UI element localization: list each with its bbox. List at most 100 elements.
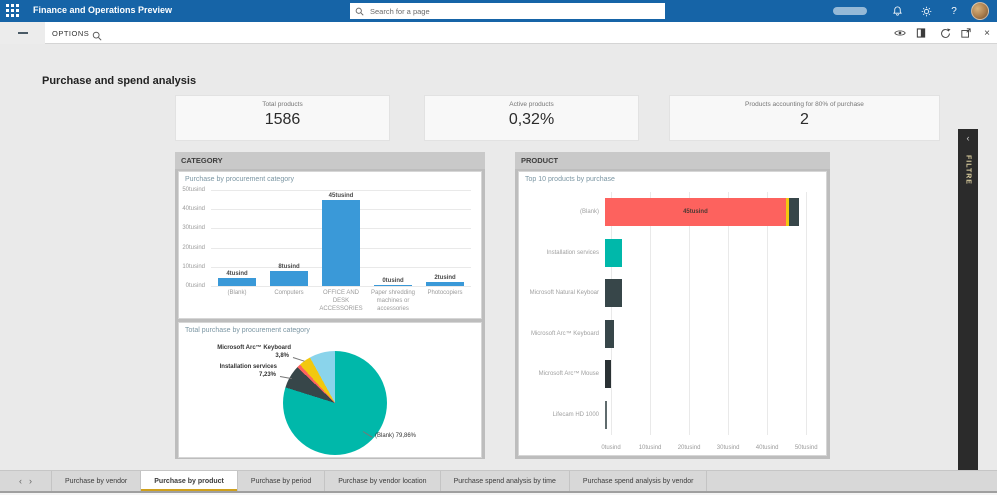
- product-category-label: Microsoft Natural Keyboar: [529, 290, 599, 297]
- filter-pane-label: FILTRE: [964, 155, 972, 185]
- bar-track: [605, 238, 814, 267]
- product-bar-body: (Blank) 45tusind Installation services Micr…: [525, 192, 818, 451]
- pie-chart[interactable]: [283, 351, 387, 455]
- product-category-label: (Blank): [579, 209, 599, 216]
- product-bar-xaxis: 0tusind 10tusind 20tusind 30tusind 40tusind 5…: [601, 439, 817, 451]
- filter-pane-collapsed[interactable]: ‹ FILTRE: [958, 129, 978, 495]
- y-axis-tick: 30tusind: [182, 225, 205, 232]
- category-bar-bars: 4tusind 8tusind 45tusind 0tusind 2tusind: [211, 190, 471, 286]
- x-axis-tick: 30tusind: [716, 445, 740, 451]
- bar-track: [605, 360, 814, 389]
- product-bar-row: Microsoft Natural Keyboar: [525, 273, 814, 314]
- y-axis-tick: 10tusind: [182, 263, 205, 270]
- y-axis-tick: 0tusind: [185, 283, 205, 289]
- pie-callout-arc-keyboard-pct: 3,8%: [275, 353, 289, 359]
- x-axis-tick: 50tusind: [794, 445, 818, 451]
- close-icon[interactable]: ×: [979, 25, 995, 41]
- report-tab-bar: ‹ › Purchase by vendor Purchase by produ…: [0, 470, 997, 493]
- tab-purchase-by-product[interactable]: Purchase by product: [141, 471, 238, 491]
- category-section-header: CATEGORY: [175, 152, 485, 169]
- bar-track: 45tusind: [605, 198, 814, 227]
- bar[interactable]: [269, 270, 309, 286]
- bar[interactable]: [373, 285, 413, 286]
- category-pie-chart-card: Total purchase by procurement category M…: [178, 322, 482, 458]
- bar-segment[interactable]: [605, 279, 622, 308]
- bar-track: [605, 279, 814, 308]
- options-menu[interactable]: OPTIONS: [52, 29, 89, 38]
- bar-value-label: 45tusind: [328, 192, 354, 199]
- tab-purchase-by-period[interactable]: Purchase by period: [238, 471, 326, 491]
- x-axis-label: Paper shredding machines or accessories: [370, 290, 416, 312]
- chart-title: Top 10 products by purchase: [525, 176, 615, 183]
- page-search-box[interactable]: [350, 3, 665, 19]
- hamburger-dash-icon: [17, 32, 28, 34]
- bar-column: 0tusind: [367, 190, 419, 286]
- bar-segment[interactable]: [788, 198, 799, 227]
- product-category-label: Microsoft Arc™ Keyboard: [530, 330, 599, 337]
- settings-gear-icon[interactable]: [918, 3, 934, 19]
- kpi-card-total-products: Total products 1586: [175, 95, 390, 141]
- pie-callout-blank: (Blank) 79,86%: [375, 433, 417, 439]
- nav-collapse-button[interactable]: [0, 22, 45, 44]
- chevron-left-icon[interactable]: ‹: [958, 129, 978, 147]
- tab-purchase-spend-analysis-by-time[interactable]: Purchase spend analysis by time: [441, 471, 570, 491]
- x-axis-tick: 40tusind: [755, 445, 779, 451]
- category-bar-xlabels: (Blank) Computers OFFICE AND DESK ACCESSOR…: [211, 290, 471, 313]
- tab-purchase-by-vendor-location[interactable]: Purchase by vendor location: [325, 471, 441, 491]
- bar-segment[interactable]: [605, 238, 622, 267]
- bar-column: 45tusind: [315, 190, 367, 286]
- user-avatar[interactable]: [971, 2, 989, 20]
- product-section-header: PRODUCT: [515, 152, 830, 169]
- help-icon[interactable]: ?: [946, 3, 962, 19]
- x-axis-label: OFFICE AND DESK ACCESSORIES: [319, 290, 363, 312]
- app-title: Finance and Operations Preview: [33, 5, 173, 15]
- tab-scroll-right-icon[interactable]: ›: [29, 476, 32, 486]
- search-icon: [355, 7, 364, 16]
- x-axis-label: Photocopiers: [427, 290, 463, 296]
- y-axis-tick: 20tusind: [182, 244, 205, 251]
- product-section: PRODUCT Top 10 products by purchase (Bla…: [515, 152, 830, 459]
- product-category-label: Installation services: [546, 249, 599, 256]
- app-launcher-waffle-icon[interactable]: [6, 4, 20, 18]
- bar-column: 2tusind: [419, 190, 471, 286]
- command-bar: OPTIONS ×: [0, 22, 997, 44]
- category-section: CATEGORY Purchase by procurement categor…: [175, 152, 485, 459]
- refresh-icon[interactable]: [937, 25, 953, 41]
- tab-purchase-by-vendor[interactable]: Purchase by vendor: [52, 471, 142, 491]
- bar-value-label: 0tusind: [382, 278, 404, 285]
- page-search-input[interactable]: [368, 5, 660, 17]
- pie-leader-line: [292, 357, 305, 362]
- bar-segment[interactable]: [605, 319, 615, 348]
- workspace-content: Purchase and spend analysis Total produc…: [0, 44, 997, 495]
- bar[interactable]: [321, 199, 361, 286]
- bar-segment[interactable]: [605, 360, 612, 389]
- tab-scroll-left-icon[interactable]: ‹: [19, 476, 22, 486]
- x-axis-label: (Blank): [227, 290, 247, 296]
- tab-purchase-spend-analysis-by-vendor[interactable]: Purchase spend analysis by vendor: [570, 471, 708, 491]
- top-navbar: Finance and Operations Preview ?: [0, 0, 997, 22]
- open-in-new-window-icon[interactable]: [958, 25, 974, 41]
- open-in-office-icon[interactable]: [913, 25, 929, 41]
- bar[interactable]: [217, 278, 257, 286]
- product-category-label: Lifecam HD 1000: [552, 411, 599, 418]
- kpi-card-products-80pct: Products accounting for 80% of purchase …: [669, 95, 940, 141]
- bar-segment[interactable]: 45tusind: [605, 198, 786, 227]
- product-bar-row: Lifecam HD 1000: [525, 395, 814, 436]
- kpi-value: 1586: [264, 111, 301, 128]
- pie-callout-installation: Installation services: [219, 364, 277, 370]
- bar-column: 4tusind: [211, 190, 263, 286]
- kpi-value: 0,32%: [508, 111, 555, 128]
- notifications-bell-icon[interactable]: [889, 3, 905, 19]
- product-bar-chart-card: Top 10 products by purchase (Blank) 45tus…: [518, 171, 827, 456]
- kpi-label: Active products: [509, 101, 554, 108]
- bar-track: [605, 319, 814, 348]
- preview-eye-icon[interactable]: [892, 25, 908, 41]
- tenant-name-redacted: [833, 7, 867, 15]
- pie-callout-arc-keyboard: Microsoft Arc™ Keyboard: [217, 345, 291, 351]
- bar-value-label: 2tusind: [434, 275, 456, 282]
- bar[interactable]: [425, 282, 465, 286]
- bar-segment[interactable]: [605, 400, 607, 429]
- x-axis-label: Computers: [274, 290, 304, 296]
- kpi-card-active-products: Active products 0,32%: [424, 95, 639, 141]
- kpi-value: 2: [800, 111, 809, 128]
